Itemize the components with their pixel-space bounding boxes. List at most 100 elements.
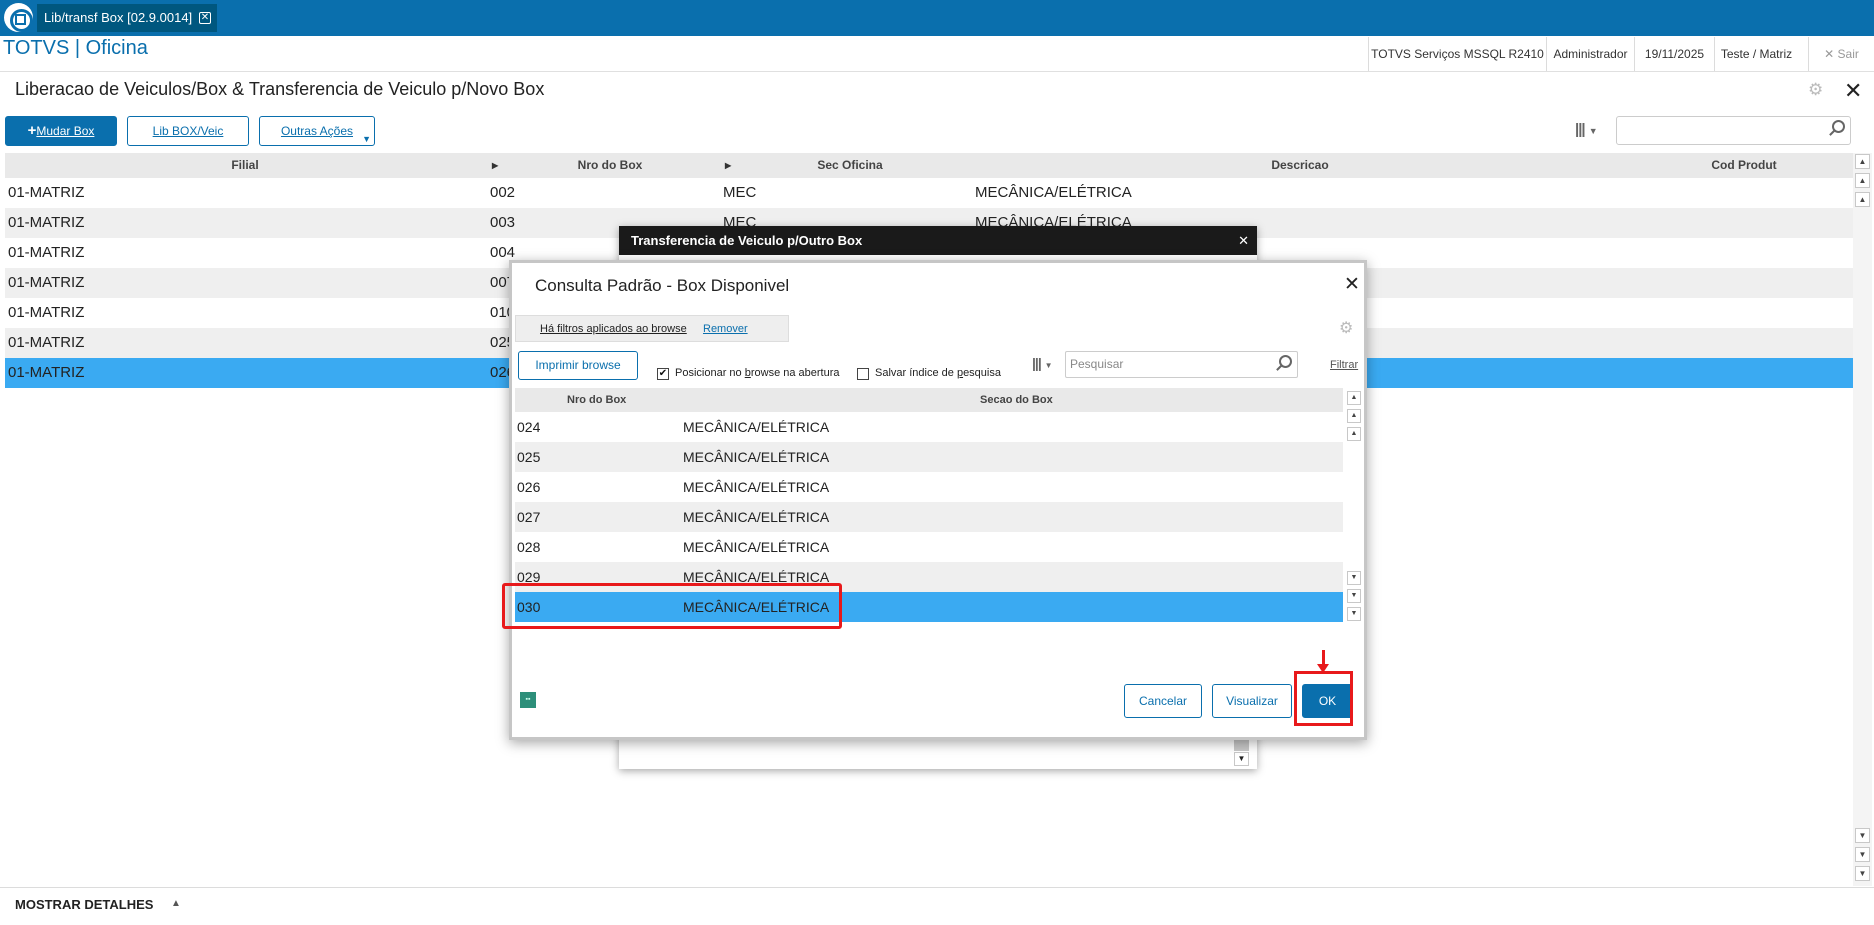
col-nro-box[interactable]: Nro do Box — [505, 153, 715, 178]
app-brand: TOTVS | Oficina — [3, 37, 148, 59]
cell-nro-box: 028 — [517, 539, 541, 555]
gear-icon[interactable]: ⚙ — [1808, 80, 1823, 100]
cell-nro-box: 025 — [517, 449, 541, 465]
check2-text-a: Salvar índice de — [875, 367, 957, 379]
outras-acoes-label: Outras Ações — [280, 124, 354, 138]
cancel-button[interactable]: Cancelar — [1124, 684, 1202, 718]
list-item[interactable]: 029 MECÂNICA/ELÉTRICA — [515, 562, 1343, 592]
scroll-bottom-icon[interactable]: ▼ — [1855, 866, 1870, 881]
col-cod-produt[interactable]: Cod Produt — [1635, 153, 1853, 178]
cell-nro-box: 029 — [517, 569, 541, 585]
scroll-page-up-icon[interactable]: ▲ — [1855, 173, 1870, 188]
lib-box-veic-label: Lib BOX/Veic — [152, 124, 224, 138]
totvs-logo-icon[interactable] — [4, 3, 33, 32]
tab-lib-transf-box[interactable]: Lib/transf Box [02.9.0014] ✕ — [37, 4, 217, 32]
tab-label: Lib/transf Box [02.9.0014] — [44, 10, 193, 25]
cell-secao-box: MECÂNICA/ELÉTRICA — [683, 599, 830, 615]
cell-secao-box: MECÂNICA/ELÉTRICA — [683, 479, 830, 495]
page-close-icon[interactable]: ✕ — [1844, 78, 1862, 104]
exit-button[interactable]: ✕ Sair — [1808, 37, 1874, 71]
sort-arrow-icon[interactable]: ▶ — [725, 153, 731, 178]
cell-filial: 01-MATRIZ — [8, 274, 85, 291]
col-sec-oficina[interactable]: Sec Oficina — [735, 153, 965, 178]
cell-filial: 01-MATRIZ — [8, 364, 85, 381]
legend-icon[interactable]: ▪▪ — [520, 692, 536, 708]
grid-header: Filial ▶ Nro do Box ▶ Sec Oficina Descri… — [5, 153, 1853, 178]
lib-box-veic-button[interactable]: Lib BOX/Veic — [127, 116, 249, 146]
filter-notice-text[interactable]: Há filtros aplicados ao browse — [540, 323, 687, 335]
chevron-down-icon: ▼ — [362, 134, 371, 144]
col-descricao[interactable]: Descricao — [965, 153, 1635, 178]
checkbox-icon[interactable] — [857, 368, 869, 380]
list-item[interactable]: 026 MECÂNICA/ELÉTRICA — [515, 472, 1343, 502]
dialog-close-icon[interactable]: ✕ — [1344, 273, 1360, 296]
scroll-top-icon[interactable]: ▲ — [1347, 391, 1361, 405]
scroll-down-icon[interactable]: ▼ — [1855, 828, 1870, 843]
show-details-toggle[interactable]: MOSTRAR DETALHES — [15, 897, 153, 912]
cell-secao-box: MECÂNICA/ELÉTRICA — [683, 419, 830, 435]
position-on-open-label[interactable]: Posicionar no browse na abertura — [675, 367, 840, 379]
scroll-top-icon[interactable]: ▲ — [1855, 154, 1870, 169]
cell-filial: 01-MATRIZ — [8, 244, 85, 261]
exit-label: Sair — [1837, 47, 1859, 61]
mudar-box-button[interactable]: +Mudar Box — [5, 116, 117, 146]
sort-arrow-icon[interactable]: ▶ — [492, 153, 498, 178]
table-row[interactable]: 01-MATRIZ 002 MEC MECÂNICA/ELÉTRICA — [5, 178, 1853, 208]
scroll-up-icon[interactable]: ▲ — [1855, 192, 1870, 207]
scroll-bottom-icon[interactable]: ▼ — [1347, 607, 1361, 621]
search-icon[interactable] — [1832, 120, 1845, 133]
filtrar-link[interactable]: Filtrar — [1330, 359, 1358, 371]
col-nro-box[interactable]: Nro do Box — [567, 388, 626, 412]
cell-secao-box: MECÂNICA/ELÉTRICA — [683, 509, 830, 525]
cell-nro-box: 026 — [517, 479, 541, 495]
dialog-grid-header: Nro do Box Secao do Box — [515, 388, 1343, 412]
close-icon[interactable]: ✕ — [1238, 226, 1249, 255]
view-button[interactable]: Visualizar — [1212, 684, 1292, 718]
server-info: TOTVS Serviços MSSQL R2410 — [1368, 37, 1546, 71]
list-item[interactable]: 024 MECÂNICA/ELÉTRICA — [515, 412, 1343, 442]
filter-notice: Há filtros aplicados ao browse Remover — [515, 315, 789, 342]
columns-icon[interactable]: ||| ▼ — [1032, 355, 1053, 371]
print-browse-button[interactable]: Imprimir browse — [518, 351, 638, 380]
dialog-search-input[interactable]: Pesquisar — [1065, 351, 1298, 378]
list-item[interactable]: 028 MECÂNICA/ELÉTRICA — [515, 532, 1343, 562]
cell-filial: 01-MATRIZ — [8, 304, 85, 321]
scroll-up-icon[interactable]: ▲ — [1347, 427, 1361, 441]
cell-nro-box: 003 — [490, 214, 516, 231]
save-search-index-label[interactable]: Salvar índice de pesquisa — [875, 367, 1001, 379]
outras-acoes-button[interactable]: Outras Ações ▼ — [259, 116, 375, 146]
cell-filial: 01-MATRIZ — [8, 184, 85, 201]
transfer-dialog-title: Transferencia de Veiculo p/Outro Box — [619, 226, 1257, 255]
search-placeholder: Pesquisar — [1070, 357, 1124, 371]
gear-icon[interactable]: ⚙ — [1339, 318, 1353, 338]
main-vertical-scrollbar[interactable]: ▲ ▲ ▲ ▼ ▼ ▼ — [1853, 153, 1872, 886]
tab-close-icon[interactable]: ✕ — [199, 12, 211, 24]
list-item[interactable]: 025 MECÂNICA/ELÉTRICA — [515, 442, 1343, 472]
search-icon[interactable] — [1279, 355, 1292, 368]
remove-filter-link[interactable]: Remover — [703, 323, 748, 335]
user-info: Administrador — [1546, 37, 1634, 71]
scroll-page-up-icon[interactable]: ▲ — [1347, 409, 1361, 423]
scroll-down-icon[interactable]: ▼ — [1234, 752, 1249, 766]
list-item[interactable]: 027 MECÂNICA/ELÉTRICA — [515, 502, 1343, 532]
scroll-down-icon[interactable]: ▼ — [1347, 571, 1361, 585]
red-arrow-head-icon — [1317, 664, 1329, 673]
list-item-selected[interactable]: 030 MECÂNICA/ELÉTRICA — [515, 592, 1343, 622]
chevron-up-icon[interactable]: ▲ — [171, 898, 181, 909]
check1-text-a: Posicionar no — [675, 367, 745, 379]
check1-text-c: rowse na abertura — [750, 367, 840, 379]
ok-button[interactable]: OK — [1302, 684, 1353, 718]
col-secao-box[interactable]: Secao do Box — [980, 388, 1053, 412]
scroll-page-down-icon[interactable]: ▼ — [1347, 589, 1361, 603]
checkbox-icon[interactable]: ✔ — [657, 368, 669, 380]
footer-bar: MOSTRAR DETALHES ▲ — [0, 887, 1874, 925]
scroll-page-down-icon[interactable]: ▼ — [1855, 847, 1870, 862]
cell-secao-box: MECÂNICA/ELÉTRICA — [683, 569, 830, 585]
col-filial[interactable]: Filial — [5, 153, 485, 178]
date-info: 19/11/2025 — [1634, 37, 1714, 71]
cell-nro-box: 030 — [517, 599, 541, 615]
dialog-title: Consulta Padrão - Box Disponivel — [535, 276, 790, 295]
main-search-input[interactable] — [1616, 116, 1851, 145]
close-icon: ✕ — [1824, 47, 1835, 61]
columns-icon[interactable]: ||| ▼ — [1575, 116, 1615, 144]
